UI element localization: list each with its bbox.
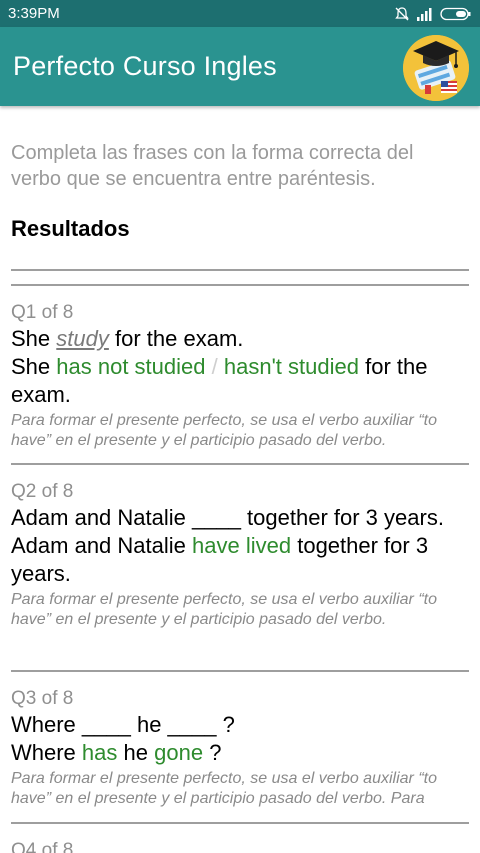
question-text: She study for the exam. bbox=[11, 326, 244, 351]
correct-answer: has bbox=[81, 740, 118, 765]
explanation-text: Para formar el presente perfecto, se usa… bbox=[11, 412, 437, 449]
question-number: Q2 of 8 bbox=[11, 481, 74, 502]
answer-text: Where has he gone ? bbox=[11, 740, 222, 765]
question-item: Q4 of 8 bbox=[11, 839, 469, 853]
app-title: Perfecto Curso Ingles bbox=[13, 51, 277, 81]
divider bbox=[11, 463, 469, 465]
question-item: Q2 of 8 Adam and Natalie ____ together f… bbox=[11, 480, 469, 630]
divider bbox=[11, 822, 469, 824]
question-number: Q4 of 8 bbox=[11, 840, 74, 853]
verb-hint: study bbox=[56, 326, 109, 351]
question-text: Where ____ he ____ ? bbox=[11, 712, 235, 737]
status-time: 3:39PM bbox=[8, 5, 60, 22]
status-bar: 3:39PM bbox=[0, 0, 480, 27]
explanation-text: Para formar el presente perfecto, se usa… bbox=[11, 591, 437, 628]
correct-answer: has not studied bbox=[56, 354, 206, 379]
status-icons bbox=[394, 6, 472, 22]
notifications-off-icon bbox=[395, 6, 409, 20]
app-logo bbox=[403, 35, 469, 101]
question-item: Q3 of 8 Where ____ he ____ ? Where has h… bbox=[11, 687, 469, 809]
divider bbox=[11, 269, 469, 271]
signal-icon bbox=[417, 7, 432, 21]
answer-text: Adam and Natalie have lived together for… bbox=[11, 533, 429, 586]
divider bbox=[11, 284, 469, 286]
divider bbox=[11, 670, 469, 672]
app-bar: Perfecto Curso Ingles bbox=[0, 27, 480, 106]
battery-icon bbox=[440, 7, 471, 20]
results-heading: Resultados bbox=[11, 216, 130, 241]
instructions-text: Completa las frases con la forma correct… bbox=[11, 142, 414, 190]
question-text: Adam and Natalie ____ together for 3 yea… bbox=[11, 505, 444, 530]
correct-answer: have lived bbox=[192, 533, 292, 558]
question-number: Q3 of 8 bbox=[11, 688, 74, 709]
graduation-cap-flag-icon bbox=[403, 35, 469, 101]
results-content[interactable]: Completa las frases con la forma correct… bbox=[0, 106, 480, 853]
question-item: Q1 of 8 She study for the exam. She has … bbox=[11, 301, 469, 451]
explanation-text: Para formar el presente perfecto, se usa… bbox=[11, 770, 437, 807]
answer-text: She has not studied / hasn't studied for… bbox=[11, 354, 428, 407]
correct-answer: gone bbox=[154, 740, 204, 765]
correct-answer: hasn't studied bbox=[223, 354, 359, 379]
question-number: Q1 of 8 bbox=[11, 302, 74, 323]
